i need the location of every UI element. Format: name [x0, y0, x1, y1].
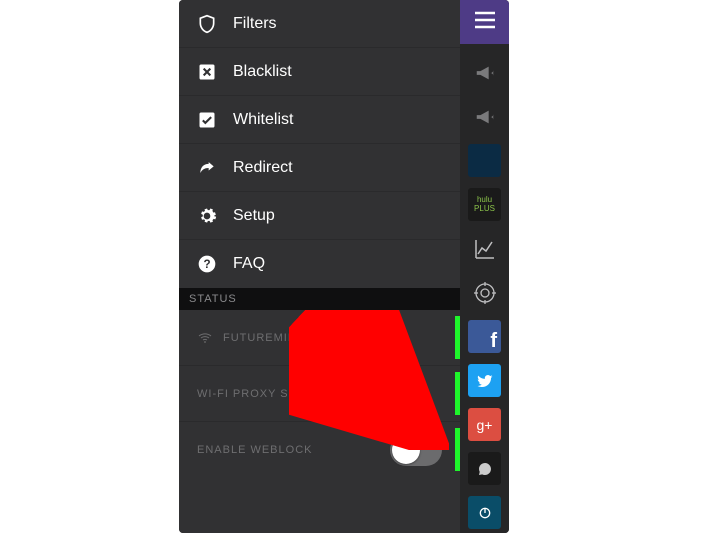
menu-item-whitelist[interactable]: Whitelist: [179, 96, 460, 144]
menu-item-label: Filters: [233, 15, 277, 33]
redirect-arrow-icon: [197, 158, 217, 178]
status-row-label: FUTUREMIND: [223, 332, 306, 344]
menu-item-label: Setup: [233, 207, 275, 225]
app-tile-hulu-plus[interactable]: hulu PLUS: [468, 188, 501, 221]
app-tile-google-plus[interactable]: g+: [468, 408, 501, 441]
app-rail: hulu PLUS f g+: [460, 0, 509, 533]
menu-item-label: Redirect: [233, 159, 293, 177]
menu-item-label: Blacklist: [233, 63, 292, 81]
stage: Filters Blacklist Whitelist: [0, 0, 702, 533]
status-row-network[interactable]: FUTUREMIND: [179, 310, 460, 366]
graph-icon[interactable]: [468, 232, 501, 265]
app-tile-label: f: [490, 330, 497, 353]
menu-item-faq[interactable]: ? FAQ: [179, 240, 460, 288]
menu-panel: Filters Blacklist Whitelist: [179, 0, 460, 533]
check-box-icon: [197, 110, 217, 130]
status-row-proxy[interactable]: WI-FI PROXY SETUP: [179, 366, 460, 422]
target-icon[interactable]: [468, 276, 501, 309]
gear-icon: [197, 206, 217, 226]
shield-icon: [197, 14, 217, 34]
hamburger-menu-button[interactable]: [460, 0, 509, 44]
app-tile-twitter[interactable]: [468, 364, 501, 397]
menu-item-redirect[interactable]: Redirect: [179, 144, 460, 192]
menu-item-blacklist[interactable]: Blacklist: [179, 48, 460, 96]
app-tile-disqus[interactable]: [468, 452, 501, 485]
hamburger-icon: [473, 10, 497, 35]
status-row-enable-weblock[interactable]: ENABLE WEBLOCK: [179, 422, 460, 477]
status-header: STATUS: [179, 288, 460, 310]
menu-item-label: Whitelist: [233, 111, 293, 129]
status-row-label: ENABLE WEBLOCK: [197, 444, 312, 456]
megaphone-icon[interactable]: [468, 100, 501, 133]
svg-text:?: ?: [203, 258, 210, 271]
app-tile-label: g+: [477, 417, 493, 433]
menu-item-label: FAQ: [233, 255, 265, 273]
app-tile-pandora[interactable]: [468, 144, 501, 177]
status-row-label: WI-FI PROXY SETUP: [197, 388, 322, 400]
question-circle-icon: ?: [197, 254, 217, 274]
app-tile-label: hulu PLUS: [468, 196, 501, 214]
x-box-icon: [197, 62, 217, 82]
app-tile-generic[interactable]: [468, 496, 501, 529]
enable-weblock-toggle[interactable]: [390, 434, 442, 466]
menu-item-setup[interactable]: Setup: [179, 192, 460, 240]
toggle-knob: [392, 436, 420, 464]
app-tile-facebook[interactable]: f: [468, 320, 501, 353]
megaphone-icon[interactable]: [468, 56, 501, 89]
wifi-icon: [197, 330, 213, 346]
app-screen: Filters Blacklist Whitelist: [179, 0, 509, 533]
menu-item-filters[interactable]: Filters: [179, 0, 460, 48]
